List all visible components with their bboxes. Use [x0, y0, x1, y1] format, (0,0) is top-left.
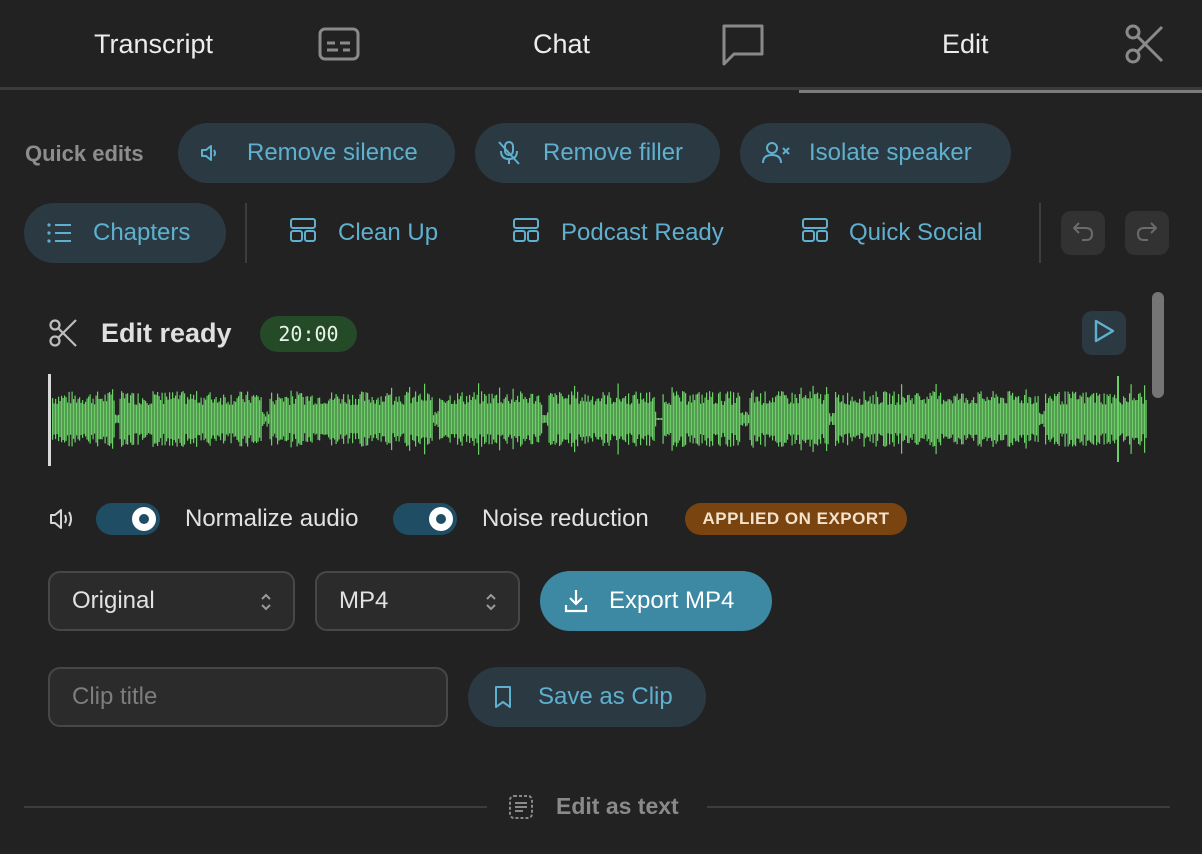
- undo-icon: [1071, 220, 1095, 247]
- template-quick-social-button[interactable]: Quick Social: [802, 203, 982, 263]
- layout-template-icon: [513, 217, 539, 249]
- speaker-icon: [198, 142, 222, 164]
- applied-on-export-badge: APPLIED ON EXPORT: [685, 503, 907, 535]
- chevron-up-down-icon: [259, 591, 273, 620]
- play-icon: [1093, 319, 1115, 348]
- divider: [1039, 203, 1041, 263]
- tab-transcript-label: Transcript: [94, 29, 214, 59]
- export-button[interactable]: Export MP4: [540, 571, 772, 631]
- tab-edit-label: Edit: [942, 29, 989, 59]
- normalize-audio-toggle[interactable]: [96, 503, 160, 535]
- remove-filler-button[interactable]: Remove filler: [475, 123, 720, 183]
- waveform-bars: [52, 376, 1147, 462]
- tab-transcript[interactable]: Transcript: [0, 0, 400, 90]
- user-x-icon: [762, 141, 790, 165]
- duration-badge: 20:00: [260, 316, 357, 352]
- chat-bubble-icon: [720, 22, 766, 73]
- quick-edits-label: Quick edits: [25, 141, 144, 166]
- normalize-audio-label: Normalize audio: [185, 505, 359, 532]
- template-podcast-ready-button[interactable]: Podcast Ready: [513, 203, 724, 263]
- toggle-knob: [132, 507, 156, 531]
- text-edit-icon: [508, 794, 534, 820]
- chapters-button[interactable]: Chapters: [24, 203, 226, 263]
- toggle-knob: [429, 507, 453, 531]
- undo-button[interactable]: [1061, 211, 1105, 255]
- save-as-clip-label: Save as Clip: [538, 683, 673, 710]
- resolution-select[interactable]: Original: [48, 571, 295, 631]
- divider: [707, 806, 1170, 808]
- noise-reduction-label: Noise reduction: [482, 505, 649, 532]
- mic-off-icon: [497, 140, 521, 166]
- scissors-icon: [1124, 23, 1166, 70]
- scissors-icon: [48, 318, 78, 353]
- noise-reduction-toggle[interactable]: [393, 503, 457, 535]
- edit-as-text-label: Edit as text: [556, 793, 679, 819]
- list-icon: [46, 222, 72, 244]
- redo-icon: [1135, 220, 1159, 247]
- audio-waveform[interactable]: [48, 370, 1150, 468]
- scrollbar[interactable]: [1152, 292, 1164, 398]
- template-quick-social-label: Quick Social: [849, 219, 983, 246]
- edit-status-title: Edit ready: [101, 318, 232, 348]
- export-button-label: Export MP4: [609, 587, 735, 614]
- remove-filler-label: Remove filler: [543, 139, 684, 166]
- template-clean-up-button[interactable]: Clean Up: [290, 203, 438, 263]
- captions-icon: [318, 26, 360, 67]
- clip-title-input[interactable]: [48, 667, 448, 727]
- format-value: MP4: [339, 587, 389, 614]
- tab-bar: Transcript Chat Edit: [0, 0, 1202, 93]
- isolate-speaker-label: Isolate speaker: [809, 139, 972, 166]
- isolate-speaker-button[interactable]: Isolate speaker: [740, 123, 1011, 183]
- divider: [24, 806, 487, 808]
- play-button[interactable]: [1082, 311, 1126, 355]
- template-clean-up-label: Clean Up: [338, 219, 439, 246]
- chevron-up-down-icon: [484, 591, 498, 620]
- remove-silence-button[interactable]: Remove silence: [178, 123, 455, 183]
- divider: [245, 203, 247, 263]
- format-select[interactable]: MP4: [315, 571, 520, 631]
- layout-template-icon: [802, 217, 828, 249]
- template-podcast-ready-label: Podcast Ready: [561, 219, 724, 246]
- tab-chat[interactable]: Chat: [400, 0, 800, 90]
- edit-as-text-button[interactable]: Edit as text: [508, 793, 679, 820]
- speaker-icon: [49, 507, 77, 536]
- layout-template-icon: [290, 217, 316, 249]
- bookmark-icon: [494, 685, 512, 709]
- save-as-clip-button[interactable]: Save as Clip: [468, 667, 706, 727]
- resolution-value: Original: [72, 587, 155, 614]
- chapters-label: Chapters: [93, 219, 191, 246]
- download-icon: [563, 588, 589, 614]
- tab-edit[interactable]: Edit: [799, 0, 1202, 93]
- playhead[interactable]: [48, 374, 51, 466]
- redo-button[interactable]: [1125, 211, 1169, 255]
- remove-silence-label: Remove silence: [247, 139, 418, 166]
- tab-chat-label: Chat: [533, 29, 591, 59]
